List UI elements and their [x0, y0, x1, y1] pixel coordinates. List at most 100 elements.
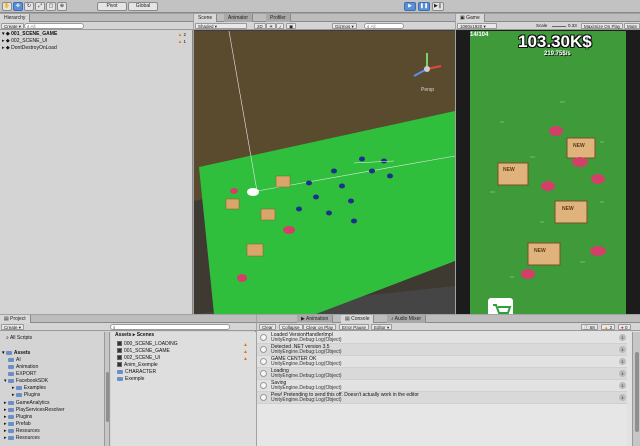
project-create-button[interactable]: Create ▾ [1, 324, 25, 330]
scale-slider[interactable] [552, 26, 566, 27]
error-filter-toggle[interactable]: ● 0 [618, 324, 631, 330]
file-item[interactable]: Exemple [117, 376, 144, 383]
folder-item[interactable]: Animation [8, 364, 38, 371]
error-icon: ● [621, 325, 624, 330]
favorite-item[interactable]: ⌕ All Scripts [6, 335, 32, 342]
rotate-tool-button[interactable]: ↻ [24, 2, 34, 11]
folder-tree-scrollbar[interactable] [104, 332, 109, 446]
pivot-toggle[interactable]: Pivot [97, 2, 127, 11]
folder-item[interactable]: EXPORT [8, 371, 36, 378]
info-filter-toggle[interactable]: ⓘ 58 [581, 324, 598, 330]
global-toggle[interactable]: Global [128, 2, 158, 11]
transform-icon: ⊕ [59, 3, 65, 9]
lighting-toggle[interactable]: ☀ [266, 23, 277, 29]
scene-viewport[interactable]: Persp [194, 31, 455, 314]
folder-item[interactable]: ▸ Plugins [4, 414, 32, 421]
persp-label[interactable]: Persp [421, 87, 434, 93]
2d-toggle[interactable]: 2D [254, 23, 266, 29]
log-entry[interactable]: Pew! Pretending to send this off. Doesn'… [257, 392, 627, 404]
pink-creature [572, 157, 588, 167]
warning-filter-toggle[interactable]: ▲ 2 [601, 324, 616, 330]
folder-item[interactable]: ▾ FacebookSDK [4, 378, 48, 385]
breadcrumb-item[interactable]: Scenes [137, 332, 155, 338]
console-collapse-toggle[interactable]: Collapse [279, 324, 303, 330]
crate [260, 208, 276, 221]
effects-toggle[interactable]: ▣ [286, 23, 297, 29]
transform-tool-button[interactable]: ⊕ [57, 2, 67, 11]
file-item[interactable]: CHARACTER [117, 369, 156, 376]
resolution-select[interactable]: 1080x1920 ▾ [457, 23, 497, 29]
move-tool-button[interactable]: ✥ [13, 2, 23, 11]
tab-hierarchy[interactable]: Hierarchy [0, 14, 31, 22]
log-entry[interactable]: GAME CENTER OK UnityEngine.Debug:Log(Obj… [257, 356, 627, 368]
shading-mode-select[interactable]: Shaded ▾ [195, 23, 247, 29]
file-item[interactable]: 001_SCENE_GAME [117, 348, 170, 355]
scale-value: 0.33 [568, 23, 577, 28]
console-clear-button[interactable]: Clear [259, 324, 276, 330]
folder-item[interactable]: ▾ Assets [2, 350, 30, 357]
file-item[interactable]: 000_SCENE_LOADING [117, 341, 178, 348]
folder-item[interactable]: ▸ Resources [4, 435, 40, 442]
tab-profiler[interactable]: Profiler [266, 14, 291, 22]
log-entry[interactable]: Detected .NET version 3.5 UnityEngine.De… [257, 344, 627, 356]
scale-tool-button[interactable]: ⤢ [35, 2, 45, 11]
tab-game[interactable]: ▣ Game [456, 14, 485, 22]
info-icon [260, 382, 267, 389]
level-counter: 14/104 [470, 32, 489, 38]
console-scroll-thumb[interactable] [635, 352, 639, 432]
folder-item[interactable]: ▸ GameAnalytics [4, 400, 50, 407]
maximize-on-play-toggle[interactable]: Maximize On Play [581, 23, 624, 29]
shop-button[interactable] [488, 298, 513, 314]
folder-item[interactable]: ▸ PlayServicesResolver [4, 407, 65, 414]
hierarchy-search-input[interactable]: ⌕ All [24, 23, 84, 29]
console-error-pause-toggle[interactable]: Error Pause [339, 324, 370, 330]
folder-item[interactable]: ▸ Examples [12, 385, 46, 392]
project-search-input[interactable]: ⌕ [110, 324, 230, 330]
crate-label: NEW [562, 206, 574, 212]
tab-project[interactable]: ▤ Project [0, 315, 31, 323]
rect-tool-button[interactable]: ▢ [46, 2, 56, 11]
hierarchy-item[interactable]: ▸ ◆ 002_SCENE_UI [2, 38, 47, 45]
tab-scene[interactable]: Scene [194, 14, 218, 22]
log-entry[interactable]: Loaded VersionHandlerImpl UnityEngine.De… [257, 332, 627, 344]
info-icon: ⓘ [584, 325, 589, 330]
scale-icon: ⤢ [37, 3, 42, 9]
console-editor-select[interactable]: Editor ▾ [371, 324, 393, 330]
hand-tool-button[interactable]: ✋ [2, 2, 12, 11]
tab-console[interactable]: ▤ Console [341, 315, 375, 323]
game-tabbar: ▣ Game [456, 14, 640, 22]
warning-icon: ▲ [243, 342, 248, 348]
file-item[interactable]: Anim_Exemple [117, 362, 158, 369]
hierarchy-item[interactable]: ▸ ◆ DontDestroyOnLoad [2, 45, 57, 52]
game-viewport[interactable]: 14/104 103.30K$ 219.75$/s NEW NEW NEW NE… [470, 31, 626, 314]
gizmos-select[interactable]: Gizmos ▾ [332, 23, 357, 29]
breadcrumb-item[interactable]: Assets [115, 332, 131, 338]
unity-scene-icon [117, 341, 122, 347]
play-button[interactable]: ▶ [404, 2, 416, 11]
mute-toggle[interactable]: Mute [624, 23, 640, 29]
hierarchy-item[interactable]: ▾ ◆ 001_SCENE_GAME [2, 31, 57, 38]
folder-item[interactable]: AI [8, 357, 21, 364]
log-entry[interactable]: Saving UnityEngine.Debug:Log(Object) 1 [257, 380, 627, 392]
audio-toggle[interactable]: ♪ [276, 23, 285, 29]
main-toolbar: ✋ ✥ ↻ ⤢ ▢ ⊕ Pivot Global ▶ ❚❚ ▶❙ [0, 0, 640, 13]
tab-animator[interactable]: Animator [224, 14, 254, 22]
log-entry[interactable]: Loading UnityEngine.Debug:Log(Object) 1 [257, 368, 627, 380]
step-button[interactable]: ▶❙ [432, 2, 444, 11]
scene-search-input[interactable]: ⌕ All [364, 23, 404, 29]
folder-tree-scroll-thumb[interactable] [106, 372, 109, 422]
folder-icon [7, 378, 14, 383]
blue-creature [359, 156, 365, 162]
folder-item[interactable]: ▸ Resources [4, 428, 40, 435]
folder-item[interactable]: ▸ Plugins [12, 392, 40, 399]
folder-item[interactable]: ▸ Prefab [4, 421, 31, 428]
tab-audio-mixer[interactable]: ♪ Audio Mixer [387, 315, 427, 323]
hierarchy-create-button[interactable]: Create ▾ [1, 23, 25, 29]
console-clear-on-play-toggle[interactable]: Clear on Play [303, 324, 337, 330]
tab-animation[interactable]: ▶ Animation [297, 315, 334, 323]
pause-button[interactable]: ❚❚ [418, 2, 430, 11]
blue-creature [331, 168, 337, 174]
console-scrollbar[interactable] [632, 332, 640, 446]
folder-icon [7, 421, 14, 426]
file-item[interactable]: 002_SCENE_UI [117, 355, 160, 362]
